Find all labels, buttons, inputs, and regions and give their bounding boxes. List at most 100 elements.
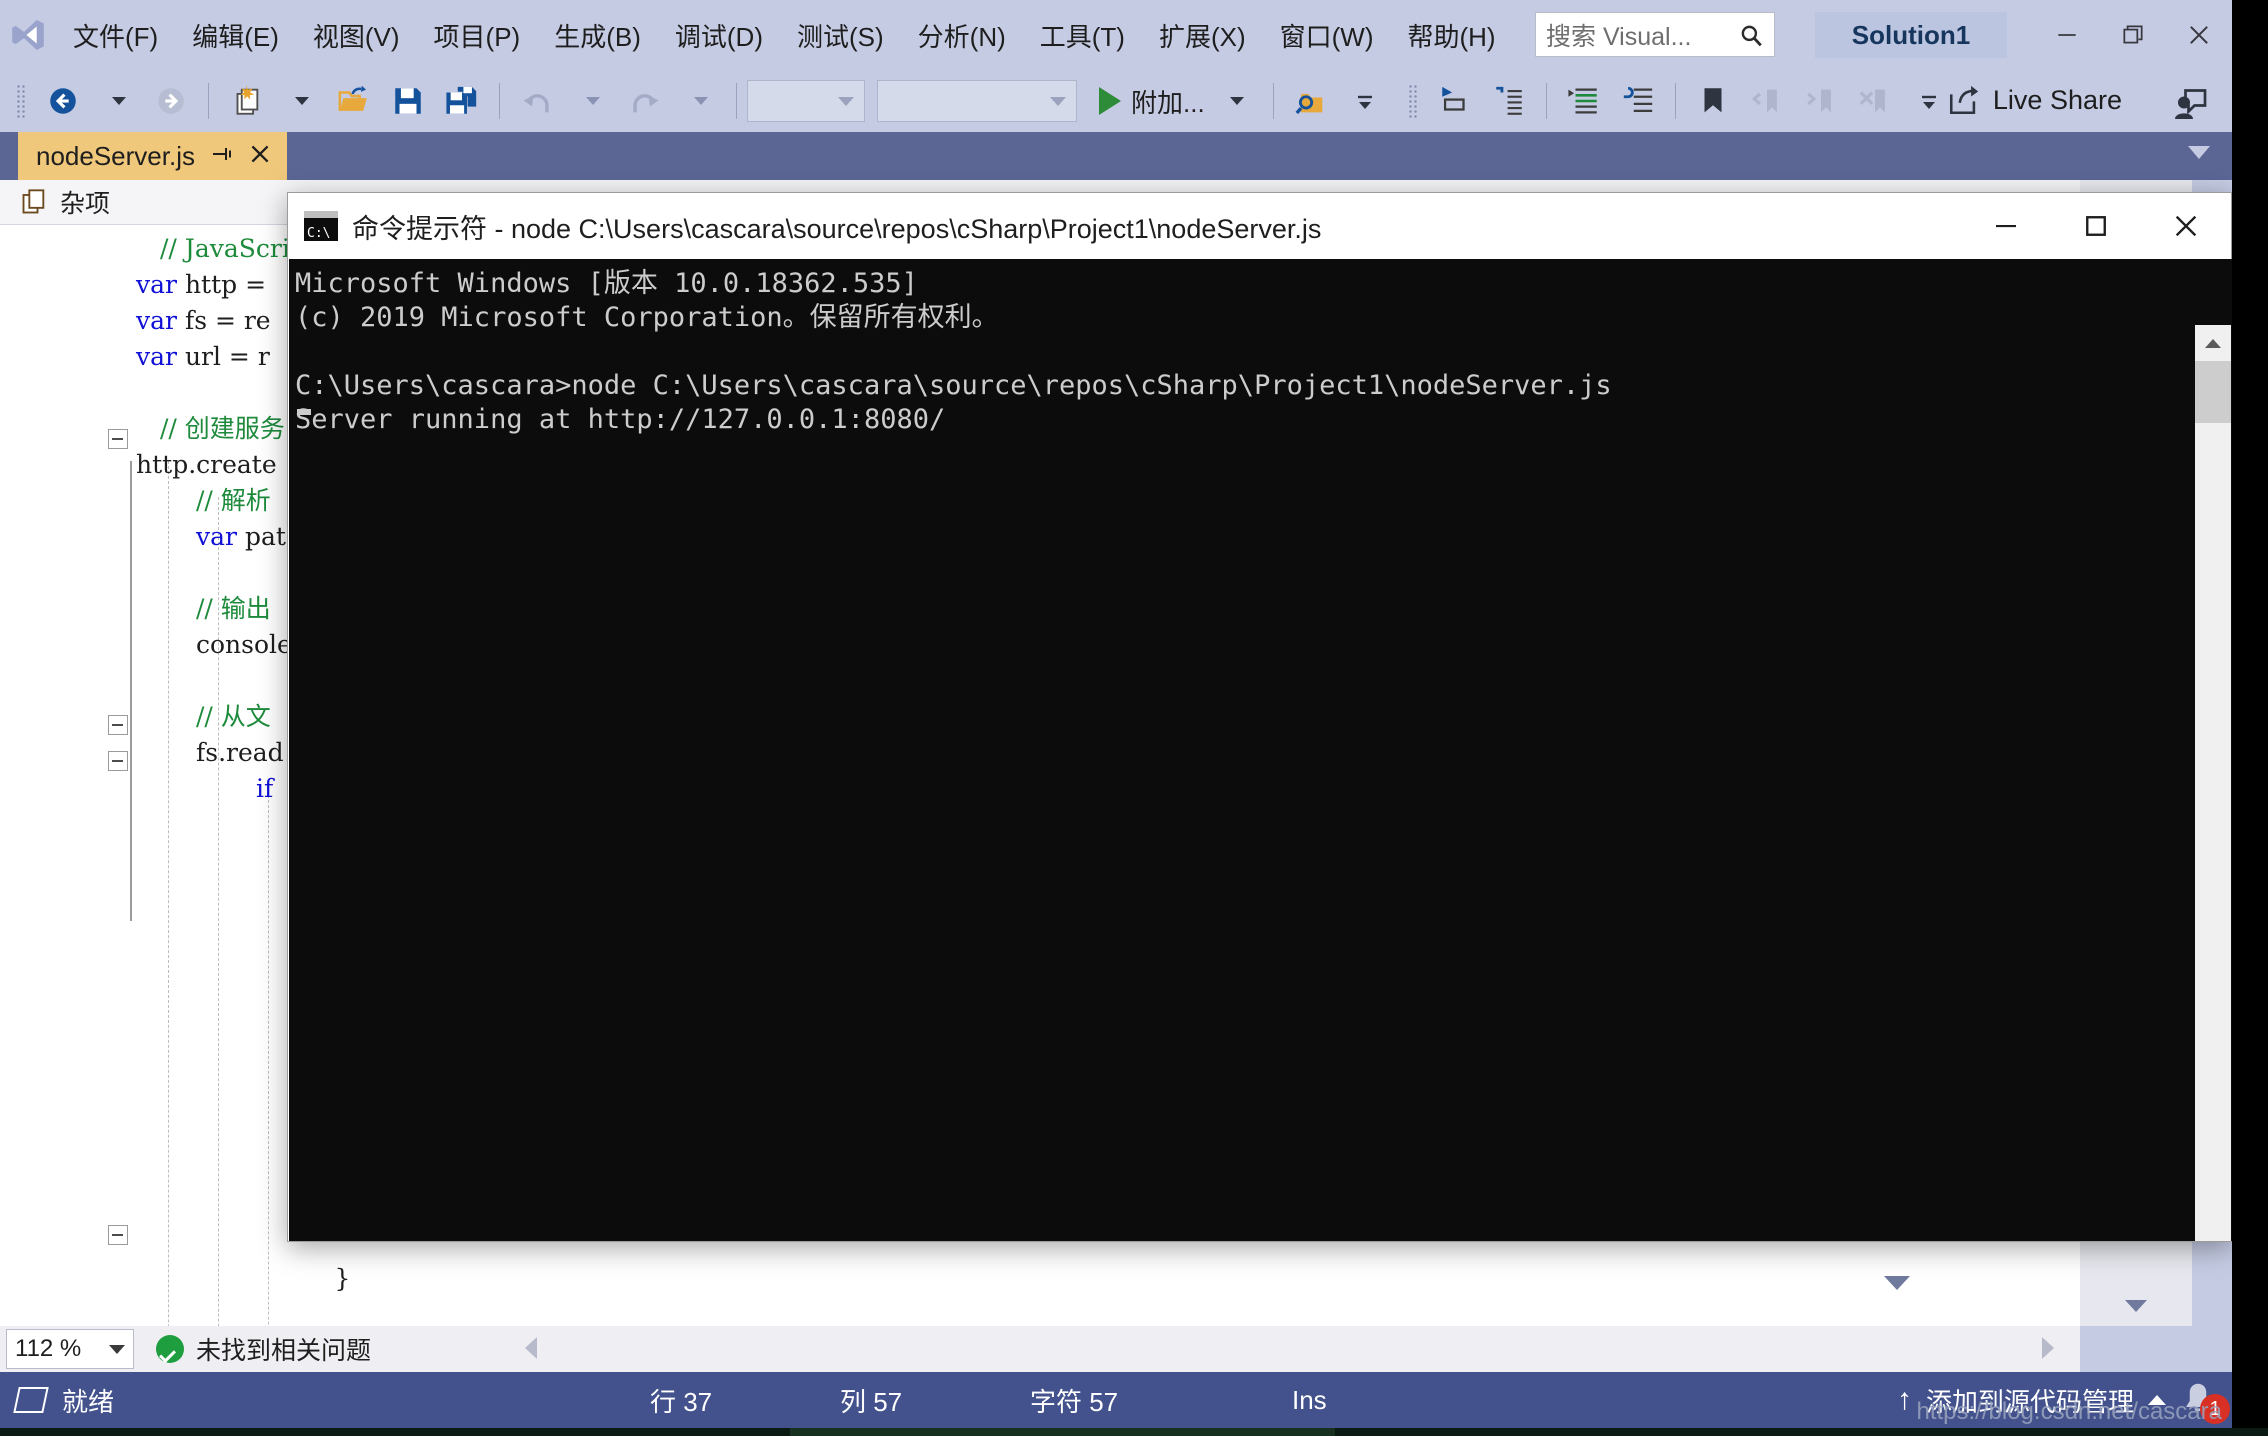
save-all-icon[interactable]	[435, 78, 489, 124]
pin-icon[interactable]	[209, 142, 233, 171]
open-file-icon[interactable]	[327, 78, 381, 124]
menu-edit[interactable]: 编辑(E)	[175, 0, 296, 70]
command-prompt-title: 命令提示符 - node C:\Users\cascara\source\rep…	[352, 213, 1322, 244]
menu-window[interactable]: 窗口(W)	[1263, 0, 1391, 70]
code-token: url = r	[184, 342, 270, 371]
navigate-back-icon[interactable]	[36, 78, 90, 124]
status-character: 字符 57	[1030, 1386, 1119, 1417]
increase-indent-icon[interactable]	[1557, 78, 1611, 124]
editor-split-down-icon[interactable]	[1884, 1276, 1910, 1290]
clear-bookmarks-icon	[1848, 78, 1902, 124]
cmd-console-icon: C:\	[304, 211, 338, 241]
menu-help[interactable]: 帮助(H)	[1390, 0, 1512, 70]
menu-extensions[interactable]: 扩展(X)	[1142, 0, 1263, 70]
code-token: http =	[184, 270, 274, 299]
start-debug-dropdown[interactable]	[1209, 78, 1263, 124]
live-share-icon	[1949, 85, 1979, 115]
toolbar-grip[interactable]	[1407, 84, 1418, 118]
taskbar-active-item[interactable]	[790, 1428, 1335, 1436]
comment-selection-icon[interactable]	[1428, 78, 1482, 124]
toolbar-grip[interactable]	[16, 84, 26, 118]
menu-analyze[interactable]: 分析(N)	[901, 0, 1023, 70]
status-bar: 就绪 行 37 列 57 字符 57 Ins ↑ 添加到源代码管理 1	[0, 1372, 2232, 1428]
chevron-down-icon	[109, 1344, 125, 1354]
toolbar-overflow-icon[interactable]	[1338, 78, 1392, 124]
tab-list-dropdown-icon[interactable]	[2188, 146, 2210, 159]
console-output-text: Microsoft Windows [版本 10.0.18362.535] (c…	[295, 268, 1612, 435]
send-feedback-button[interactable]	[2172, 86, 2208, 127]
menu-tools[interactable]: 工具(T)	[1023, 0, 1142, 70]
console-scroll-thumb[interactable]	[2195, 361, 2231, 423]
close-icon[interactable]	[247, 141, 273, 172]
chevron-up-icon[interactable]	[2148, 1395, 2166, 1405]
chevron-down-icon	[838, 96, 854, 106]
command-prompt-titlebar[interactable]: C:\ 命令提示符 - node C:\Users\cascara\source…	[288, 193, 2231, 259]
status-right-group: ↑ 添加到源代码管理 1	[1896, 1380, 2230, 1424]
code-token: var	[136, 342, 185, 371]
document-stack-icon	[22, 189, 45, 214]
feedback-icon	[2175, 89, 2207, 119]
console-vertical-scrollbar[interactable]	[2195, 325, 2231, 1241]
save-icon[interactable]	[381, 78, 435, 124]
toolbar-separator	[208, 83, 209, 119]
cmd-maximize-button[interactable]	[2051, 193, 2141, 259]
command-prompt-window[interactable]: C:\ 命令提示符 - node C:\Users\cascara\source…	[287, 192, 2232, 1242]
add-to-source-control-label[interactable]: 添加到源代码管理	[1926, 1382, 2134, 1419]
main-menu: 文件(F) 编辑(E) 视图(V) 项目(P) 生成(B) 调试(D) 测试(S…	[56, 0, 1513, 70]
search-box[interactable]: 搜索 Visual...	[1535, 12, 1775, 57]
toolbar-separator	[1272, 83, 1274, 119]
redo-icon	[618, 78, 672, 124]
hscroll-right-icon[interactable]	[2042, 1337, 2054, 1359]
close-button[interactable]	[2166, 0, 2232, 70]
decrease-indent-icon[interactable]	[1611, 78, 1665, 124]
chevron-down-icon	[1050, 96, 1066, 106]
upload-arrow-icon: ↑	[1896, 1383, 1912, 1416]
notifications-button[interactable]: 1	[2180, 1380, 2230, 1424]
notification-count-badge: 1	[2200, 1394, 2230, 1424]
solution-platform-combo[interactable]	[877, 80, 1077, 122]
cmd-window-controls	[1961, 193, 2231, 259]
toggle-bookmark-icon[interactable]	[1686, 78, 1740, 124]
solution-configuration-combo[interactable]	[747, 80, 865, 122]
restore-button[interactable]	[2100, 0, 2166, 70]
issue-status: 未找到相关问题	[156, 1331, 371, 1367]
cmd-minimize-button[interactable]	[1961, 193, 2051, 259]
menu-project[interactable]: 项目(P)	[417, 0, 538, 70]
issue-status-label: 未找到相关问题	[196, 1337, 372, 1365]
menu-test[interactable]: 测试(S)	[780, 0, 901, 70]
toolbar-separator	[1545, 83, 1547, 119]
menu-file[interactable]: 文件(F)	[56, 0, 175, 70]
zoom-level-combo[interactable]: 112 %	[6, 1329, 134, 1369]
live-share-button[interactable]: Live Share	[1947, 83, 2122, 117]
start-debug-button[interactable]: 附加...	[1095, 78, 1209, 124]
new-file-dropdown[interactable]	[273, 78, 327, 124]
code-token: // 输出	[196, 594, 271, 623]
menu-view[interactable]: 视图(V)	[296, 0, 417, 70]
cmd-close-button[interactable]	[2141, 193, 2231, 259]
search-input-placeholder[interactable]: 搜索 Visual...	[1546, 17, 1738, 53]
find-in-files-icon[interactable]	[1284, 78, 1338, 124]
visual-studio-logo-icon	[0, 0, 56, 70]
code-token: var	[136, 270, 185, 299]
minimize-button[interactable]	[2034, 0, 2100, 70]
console-output-area[interactable]: Microsoft Windows [版本 10.0.18362.535] (c…	[289, 259, 2232, 1241]
console-scroll-up-icon[interactable]	[2195, 325, 2231, 361]
code-token: console	[196, 630, 292, 659]
screen-root: 文件(F) 编辑(E) 视图(V) 项目(P) 生成(B) 调试(D) 测试(S…	[0, 0, 2268, 1436]
hscroll-left-icon[interactable]	[525, 1337, 537, 1359]
tab-nodeserver-js[interactable]: nodeServer.js	[18, 132, 287, 180]
attach-label: 附加...	[1131, 87, 1205, 118]
solution-title: Solution1	[1815, 12, 2007, 58]
status-column: 列 57	[840, 1386, 903, 1417]
console-cursor	[297, 409, 311, 415]
breadcrumb-label: 杂项	[60, 190, 111, 218]
toolbar-separator	[1674, 83, 1676, 119]
menu-build[interactable]: 生成(B)	[537, 0, 658, 70]
new-file-icon[interactable]	[219, 78, 273, 124]
uncomment-selection-icon[interactable]	[1482, 78, 1536, 124]
menu-debug[interactable]: 调试(D)	[658, 0, 780, 70]
scroll-down-icon[interactable]	[2080, 1286, 2192, 1326]
code-token: fs.read	[196, 738, 284, 767]
code-token: var	[136, 306, 185, 335]
navigate-back-dropdown[interactable]	[90, 78, 144, 124]
